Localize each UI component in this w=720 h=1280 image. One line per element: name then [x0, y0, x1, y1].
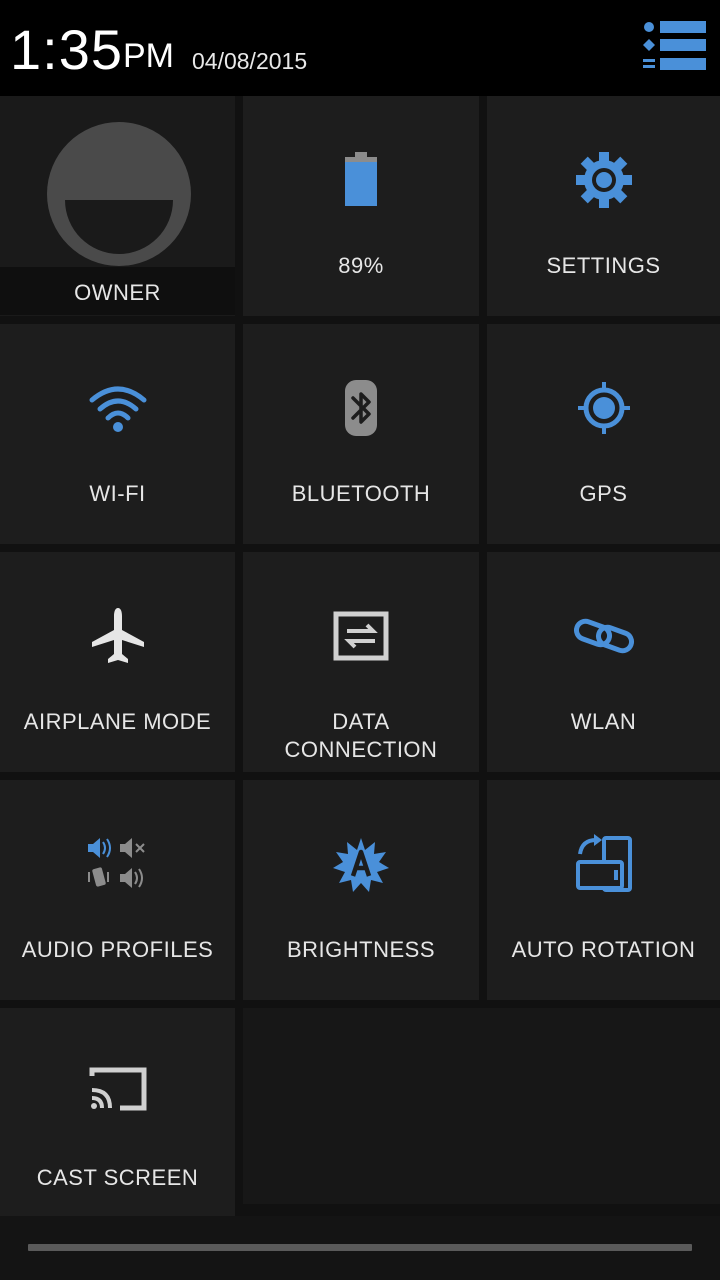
- bluetooth-icon: [329, 376, 393, 440]
- tile-airplane-mode[interactable]: AIRPLANE MODE: [0, 552, 235, 772]
- tile-auto-rotation[interactable]: AUTO ROTATION: [487, 780, 720, 1000]
- tile-airplane-mode-label: AIRPLANE MODE: [23, 709, 212, 734]
- user-avatar-icon: [47, 122, 191, 266]
- link-icon: [572, 604, 636, 668]
- tile-settings-label: SETTINGS: [546, 253, 661, 278]
- tile-wifi-label: WI-FI: [89, 481, 146, 506]
- tile-data-connection-label: DATA CONNECTION: [243, 708, 479, 764]
- tile-battery-label: 89%: [338, 253, 384, 278]
- clock-time[interactable]: 1:35: [10, 20, 123, 80]
- list-view-icon: [643, 21, 706, 70]
- tile-audio-profiles-label: AUDIO PROFILES: [21, 937, 214, 962]
- tile-bluetooth[interactable]: BLUETOOTH: [243, 324, 479, 544]
- cast-icon: [86, 1060, 150, 1124]
- notification-toggle-button[interactable]: [640, 18, 708, 78]
- tile-brightness[interactable]: BRIGHTNESS: [243, 780, 479, 1000]
- drag-handle[interactable]: [28, 1244, 692, 1251]
- tile-audio-profiles[interactable]: AUDIO PROFILES: [0, 780, 235, 1000]
- tile-wifi[interactable]: WI-FI: [0, 324, 235, 544]
- tile-wlan[interactable]: WLAN: [487, 552, 720, 772]
- airplane-icon: [86, 604, 150, 668]
- tile-data-connection-label-line1: DATA: [332, 709, 390, 734]
- audio-profiles-icon: [86, 832, 150, 896]
- tile-battery[interactable]: 89%: [243, 96, 479, 316]
- tile-gps[interactable]: GPS: [487, 324, 720, 544]
- empty-area: [243, 1008, 720, 1204]
- wifi-icon: [86, 376, 150, 440]
- tile-auto-rotation-label: AUTO ROTATION: [511, 937, 696, 962]
- auto-brightness-icon: [329, 832, 393, 896]
- tile-brightness-label: BRIGHTNESS: [286, 937, 436, 962]
- auto-rotate-icon: [572, 832, 636, 896]
- gps-icon: [572, 376, 636, 440]
- battery-icon: [329, 148, 393, 212]
- tile-gps-label: GPS: [579, 481, 628, 506]
- clock-ampm: PM: [123, 37, 174, 75]
- tile-data-connection[interactable]: DATA CONNECTION: [243, 552, 479, 772]
- quick-settings-grid: OWNER 89% SETTINGS WI-FI BLUETOOTH GPS A…: [0, 96, 720, 1216]
- date-text[interactable]: 04/08/2015: [192, 46, 307, 76]
- tile-bluetooth-label: BLUETOOTH: [291, 481, 431, 506]
- tile-settings[interactable]: SETTINGS: [487, 96, 720, 316]
- gear-icon: [572, 148, 636, 212]
- quick-settings-header: 1:35 PM 04/08/2015: [0, 0, 720, 96]
- tile-data-connection-label-line2: CONNECTION: [284, 737, 438, 762]
- tile-cast-screen-label: CAST SCREEN: [36, 1165, 199, 1190]
- data-transfer-icon: [329, 604, 393, 668]
- tile-owner[interactable]: OWNER: [0, 96, 235, 316]
- tile-owner-label: OWNER: [74, 280, 161, 305]
- tile-cast-screen[interactable]: CAST SCREEN: [0, 1008, 235, 1216]
- tile-wlan-label: WLAN: [570, 709, 637, 734]
- panel-footer: [0, 1216, 720, 1280]
